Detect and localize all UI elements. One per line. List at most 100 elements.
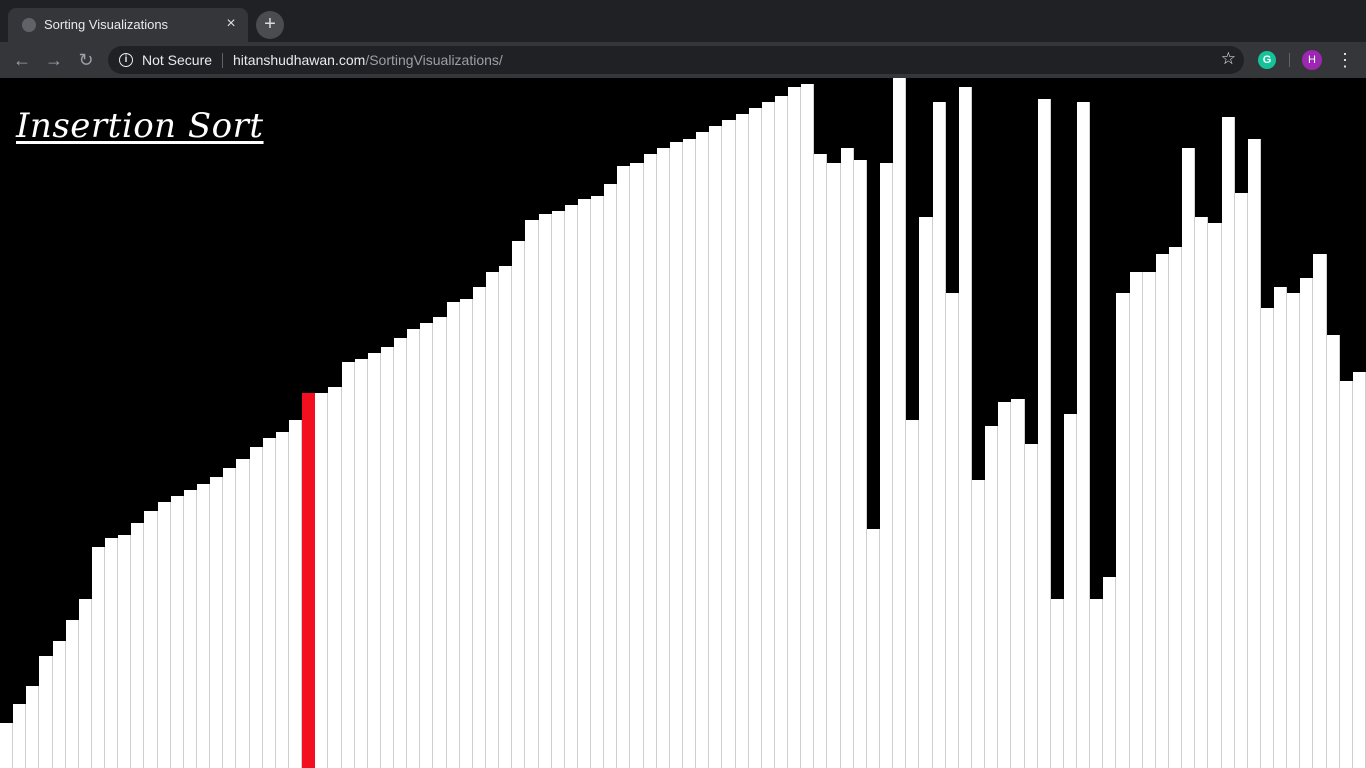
bar (880, 163, 893, 768)
bar (946, 293, 959, 768)
bar (617, 166, 630, 768)
tab-strip: Sorting Visualizations × + (0, 0, 1366, 42)
bar (394, 338, 407, 768)
bar (762, 102, 775, 768)
bar (1340, 381, 1353, 768)
bar (460, 299, 473, 768)
bar (1313, 254, 1327, 768)
bar (1143, 272, 1156, 768)
bar (1222, 117, 1235, 768)
bar (1116, 293, 1130, 768)
bar (0, 723, 13, 768)
bar (1300, 278, 1313, 768)
bar (1103, 577, 1116, 768)
security-label[interactable]: Not Secure (142, 52, 212, 68)
address-bar[interactable]: i Not Secure hitanshudhawan.com/SortingV… (108, 46, 1244, 74)
bar (1248, 139, 1261, 768)
bar (709, 126, 722, 768)
tab-title: Sorting Visualizations (44, 17, 169, 32)
bar (630, 163, 644, 768)
bar (1051, 599, 1064, 768)
globe-icon (22, 18, 36, 32)
bar (1130, 272, 1143, 768)
bar (1182, 148, 1195, 768)
bar (906, 420, 919, 768)
bar (683, 139, 696, 768)
bar (1077, 102, 1090, 768)
bar (131, 523, 144, 768)
bar (552, 211, 565, 768)
bar (433, 317, 447, 768)
bar (79, 599, 92, 768)
browser-toolbar: ← → ↻ i Not Secure hitanshudhawan.com/So… (0, 42, 1366, 78)
bar (92, 547, 105, 768)
page-title: Insertion Sort (16, 106, 264, 146)
bar (657, 148, 670, 768)
info-icon[interactable]: i (119, 53, 133, 67)
bar (236, 459, 250, 768)
bar (1287, 293, 1300, 768)
bar (604, 184, 617, 768)
bar (1208, 223, 1222, 768)
bar (486, 272, 499, 768)
bar (1327, 335, 1340, 768)
grammarly-extension-icon[interactable]: G (1258, 51, 1276, 69)
tab-sorting-visualizations[interactable]: Sorting Visualizations × (8, 8, 248, 42)
bar (919, 217, 933, 768)
bar (578, 199, 591, 768)
url-text[interactable]: hitanshudhawan.com/SortingVisualizations… (233, 52, 503, 68)
url-path: /SortingVisualizations/ (365, 52, 503, 68)
bar (933, 102, 946, 768)
bar (355, 359, 368, 768)
bar (250, 447, 263, 768)
bar (670, 142, 683, 768)
bar (158, 502, 171, 768)
bar (1090, 599, 1103, 768)
bar (1025, 444, 1038, 768)
bar (473, 287, 486, 768)
bar (210, 477, 223, 768)
bar (644, 154, 657, 768)
bar (775, 96, 788, 768)
bar (381, 347, 394, 768)
bar (972, 480, 985, 768)
bar (525, 220, 539, 768)
bar (827, 163, 841, 768)
bar (1038, 99, 1051, 768)
bar (959, 87, 972, 768)
bar (736, 114, 749, 768)
bar (998, 402, 1011, 768)
bar (368, 353, 381, 768)
bar (13, 704, 26, 768)
star-icon[interactable]: ☆ (1221, 49, 1236, 69)
bar (499, 266, 512, 768)
bar (53, 641, 66, 768)
bar (342, 362, 355, 768)
bar (893, 78, 906, 768)
back-icon[interactable]: ← (11, 49, 33, 71)
bar (841, 148, 854, 768)
bar (539, 214, 552, 768)
active-bar (302, 393, 315, 768)
bar (328, 387, 342, 768)
bar (39, 656, 53, 768)
menu-icon[interactable]: ⋮ (1336, 48, 1354, 72)
bar (1195, 217, 1208, 768)
bar (1353, 372, 1366, 768)
bar (276, 432, 289, 768)
avatar[interactable]: H (1302, 50, 1322, 70)
bar (801, 84, 814, 768)
bar (749, 108, 762, 768)
reload-icon[interactable]: ↻ (75, 49, 97, 71)
bar (565, 205, 578, 768)
bar (512, 241, 525, 768)
new-tab-button[interactable]: + (256, 11, 284, 39)
close-icon[interactable]: × (222, 15, 240, 33)
bar (223, 468, 236, 768)
bar (26, 686, 39, 768)
toolbar-separator (1289, 53, 1290, 67)
bar (1156, 254, 1169, 768)
bar (867, 529, 880, 768)
bar (289, 420, 302, 768)
forward-icon[interactable]: → (43, 49, 65, 71)
